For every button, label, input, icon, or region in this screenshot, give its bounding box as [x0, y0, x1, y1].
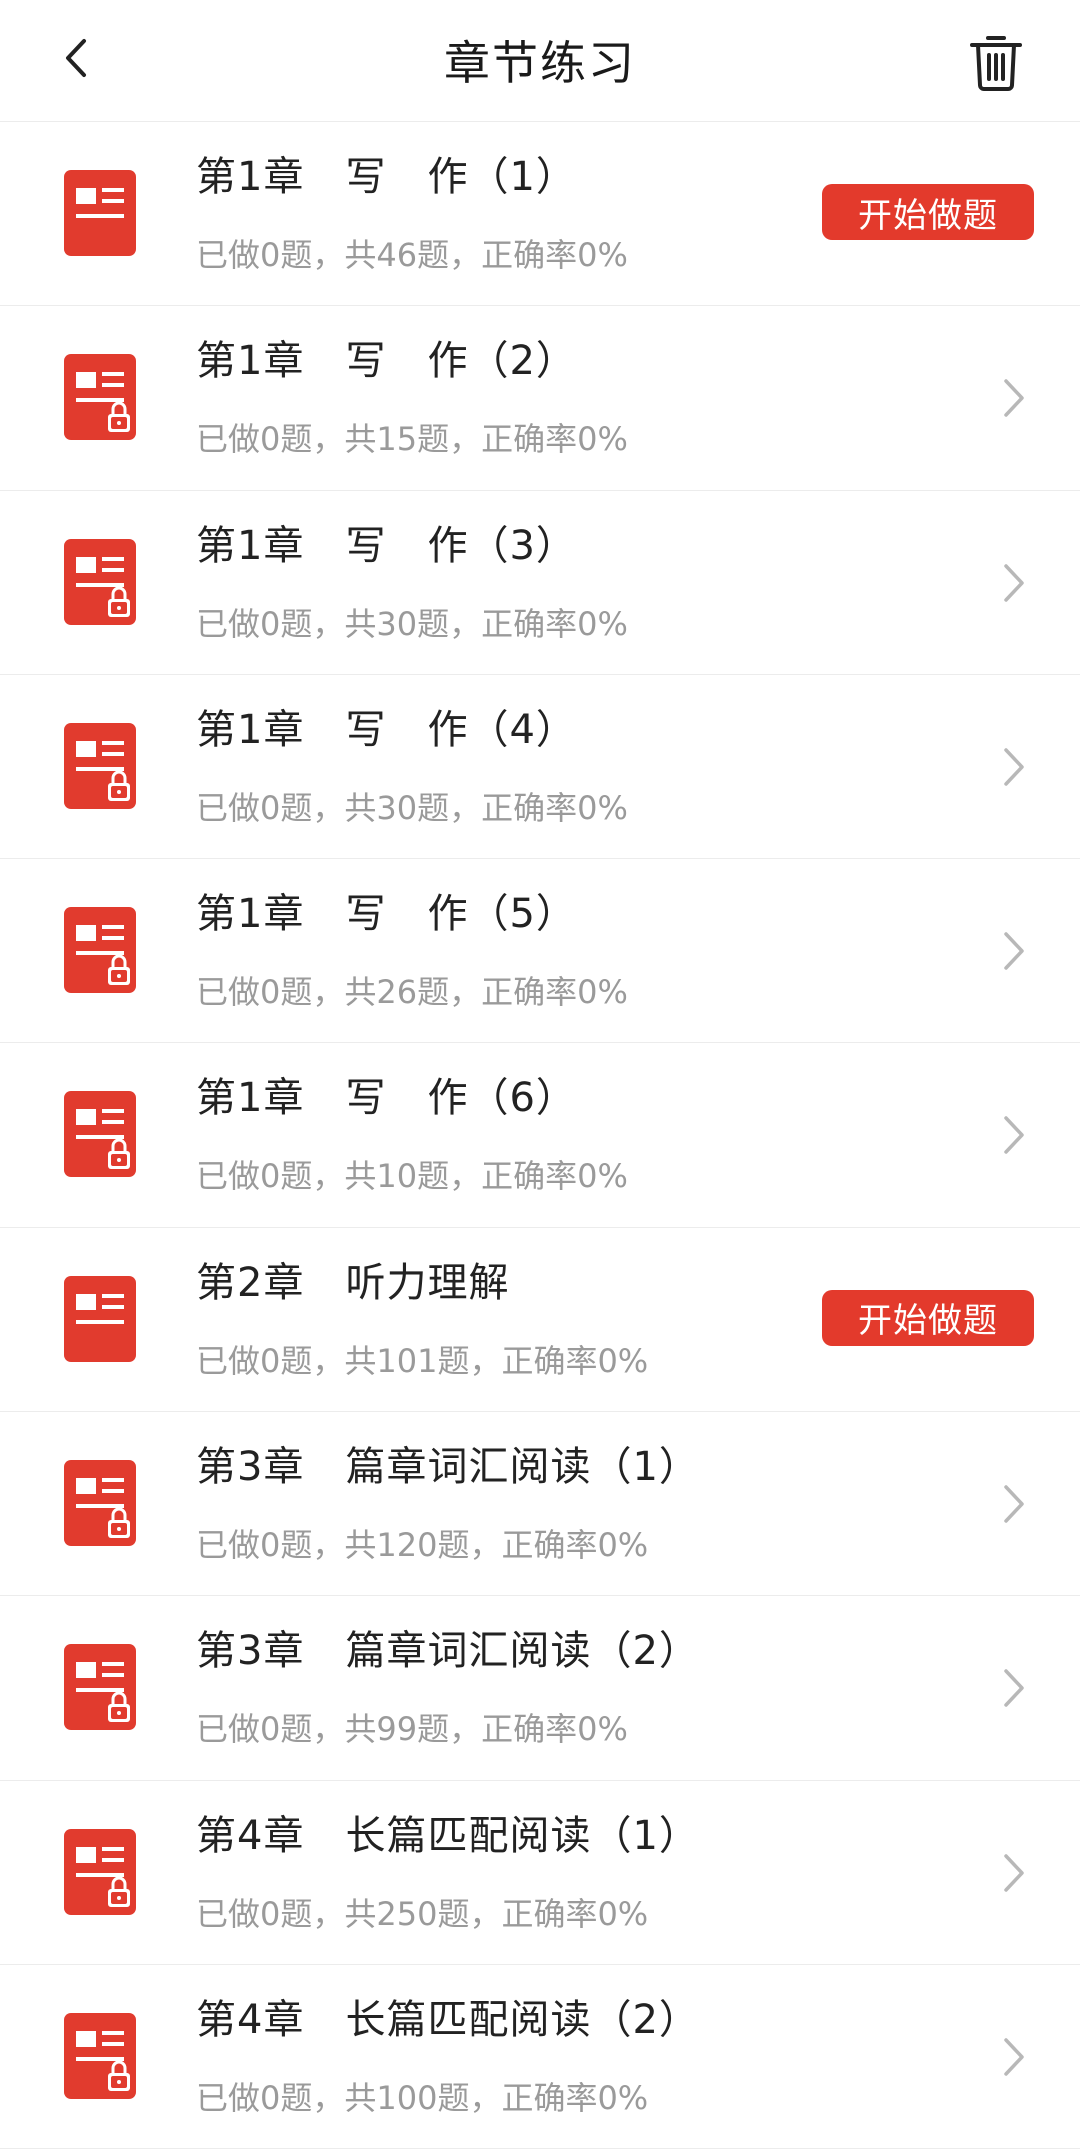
- chevron-right-icon[interactable]: [994, 1666, 1034, 1710]
- document-icon: [64, 1275, 136, 1362]
- chapter-row[interactable]: 第4章 长篇匹配阅读（1） 已做0题，共250题，正确率0%: [0, 1780, 1080, 1965]
- locked-document-icon: [64, 2012, 136, 2099]
- locked-document-icon: [64, 1091, 136, 1178]
- chapter-progress: 已做0题，共120题，正确率0%: [196, 1526, 649, 1565]
- start-practice-button[interactable]: 开始做题: [822, 1289, 1034, 1346]
- chapter-title: 第1章 写 作（2）: [196, 338, 577, 385]
- locked-document-icon: [64, 1460, 136, 1547]
- chapter-title: 第1章 写 作（1）: [196, 154, 577, 200]
- chapter-title: 第1章 写 作（4）: [196, 706, 577, 753]
- chapter-title: 第1章 写 作（3）: [196, 522, 577, 569]
- chapter-progress: 已做0题，共30题，正确率0%: [196, 604, 628, 643]
- chevron-right-icon[interactable]: [994, 1851, 1034, 1895]
- start-practice-button[interactable]: 开始做题: [822, 184, 1034, 240]
- chapter-title: 第3章 篇章词汇阅读（2）: [196, 1628, 700, 1675]
- chapter-row[interactable]: 第1章 写 作（6） 已做0题，共10题，正确率0%: [0, 1043, 1080, 1228]
- chapter-progress: 已做0题，共101题，正确率0%: [196, 1341, 649, 1380]
- chapter-row[interactable]: 第1章 写 作（2） 已做0题，共15题，正确率0%: [0, 306, 1080, 491]
- chevron-right-icon[interactable]: [994, 376, 1034, 420]
- chapter-row[interactable]: 第4章 长篇匹配阅读（2） 已做0题，共100题，正确率0%: [0, 1964, 1080, 2149]
- chapter-progress: 已做0题，共30题，正确率0%: [196, 788, 628, 827]
- locked-document-icon: [64, 1644, 136, 1731]
- locked-document-icon: [64, 354, 136, 441]
- locked-document-icon: [64, 907, 136, 994]
- chevron-right-icon[interactable]: [994, 1482, 1034, 1526]
- chapter-title: 第4章 长篇匹配阅读（2）: [196, 1996, 700, 2043]
- chapter-row[interactable]: 第1章 写 作（5） 已做0题，共26题，正确率0%: [0, 859, 1080, 1044]
- chapter-progress: 已做0题，共99题，正确率0%: [196, 1710, 628, 1749]
- delete-button[interactable]: [964, 30, 1028, 94]
- trash-icon: [970, 36, 1022, 91]
- chapter-title: 第1章 写 作（6）: [196, 1075, 577, 1122]
- chapter-list: 第1章 写 作（1） 已做0题，共46题，正确率0% 开始做题 第1章 写 作（2）…: [0, 122, 1080, 2149]
- chapter-row[interactable]: 第1章 写 作（1） 已做0题，共46题，正确率0% 开始做题: [0, 122, 1080, 307]
- chapter-progress: 已做0题，共100题，正确率0%: [196, 2078, 649, 2117]
- chapter-row[interactable]: 第1章 写 作（3） 已做0题，共30题，正确率0%: [0, 490, 1080, 675]
- chapter-progress: 已做0题，共15题，正确率0%: [196, 420, 628, 459]
- chevron-right-icon[interactable]: [994, 2035, 1034, 2079]
- chapter-practice-page: 章节练习 第1章 写 作（1） 已做0题，共46题，正确率0% 开始做题 第1章…: [0, 0, 1080, 2149]
- chapter-row[interactable]: 第3章 篇章词汇阅读（2） 已做0题，共99题，正确率0%: [0, 1596, 1080, 1781]
- chevron-right-icon[interactable]: [994, 1113, 1034, 1157]
- locked-document-icon: [64, 538, 136, 625]
- page-title: 章节练习: [444, 36, 636, 90]
- chapter-row[interactable]: 第3章 篇章词汇阅读（1） 已做0题，共120题，正确率0%: [0, 1412, 1080, 1597]
- chapter-progress: 已做0题，共10题，正确率0%: [196, 1157, 628, 1196]
- document-icon: [64, 170, 136, 256]
- locked-document-icon: [64, 722, 136, 809]
- chapter-row[interactable]: 第1章 写 作（4） 已做0题，共30题，正确率0%: [0, 674, 1080, 860]
- chevron-right-icon[interactable]: [994, 929, 1034, 973]
- chapter-title: 第1章 写 作（5）: [196, 891, 577, 938]
- chevron-right-icon[interactable]: [994, 745, 1034, 789]
- chapter-progress: 已做0题，共250题，正确率0%: [196, 1894, 649, 1933]
- chapter-row[interactable]: 第2章 听力理解已做0题，共101题，正确率0% 开始做题: [0, 1227, 1080, 1413]
- chapter-title: 第3章 篇章词汇阅读（1）: [196, 1444, 700, 1491]
- chapter-progress: 已做0题，共46题，正确率0%: [196, 236, 628, 274]
- chevron-right-icon[interactable]: [994, 561, 1034, 605]
- locked-document-icon: [64, 1828, 136, 1915]
- top-bar: 章节练习: [0, 0, 1080, 122]
- chapter-title: 第2章 听力理解: [196, 1259, 510, 1306]
- chapter-progress: 已做0题，共26题，正确率0%: [196, 973, 628, 1012]
- chapter-title: 第4章 长篇匹配阅读（1）: [196, 1812, 700, 1859]
